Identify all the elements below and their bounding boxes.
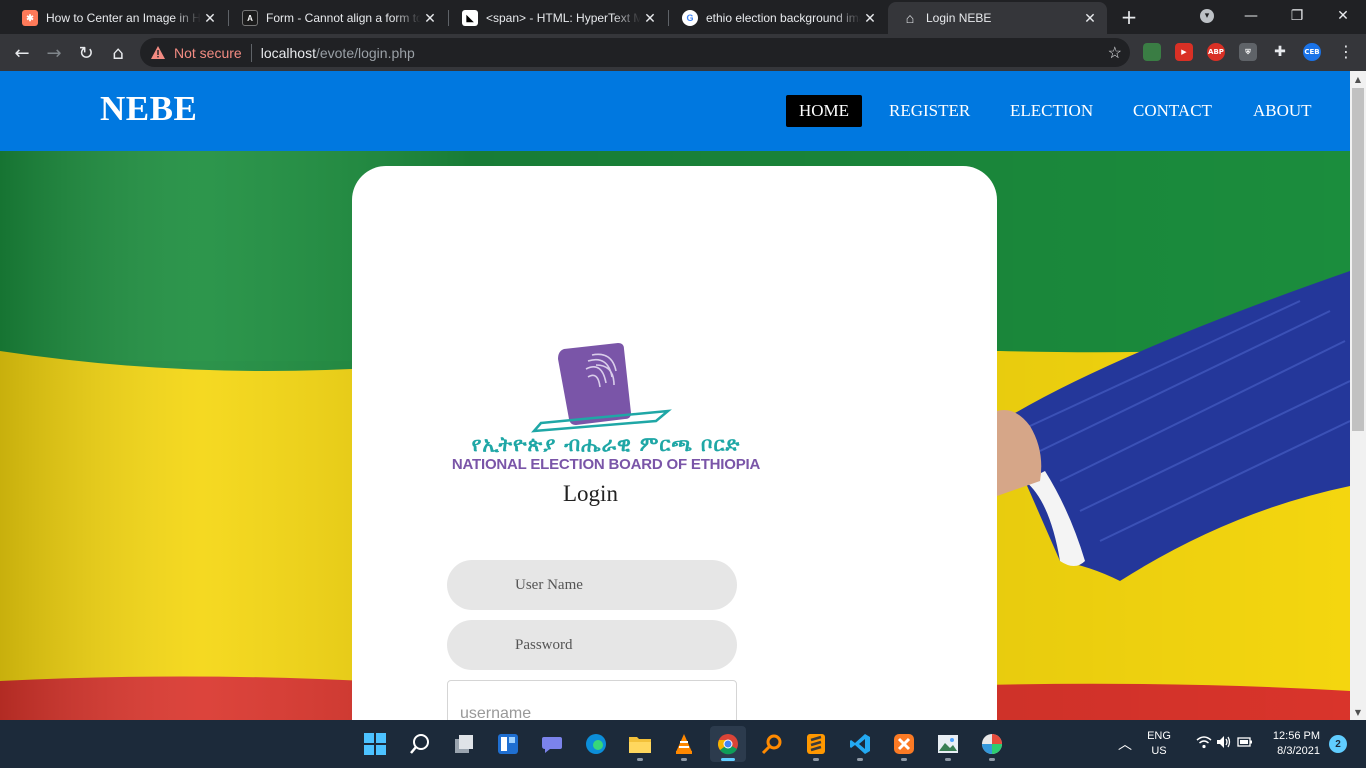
username-input[interactable]: username bbox=[447, 680, 737, 720]
tab-login-nebe[interactable]: ⌂ Login NEBE ✕ bbox=[888, 2, 1107, 34]
home-icon: ⌂ bbox=[905, 10, 915, 26]
new-tab-button[interactable]: + bbox=[1117, 5, 1141, 29]
region-code: US bbox=[1151, 745, 1167, 757]
restore-button[interactable]: ❐ bbox=[1274, 0, 1320, 32]
browser-toolbar: ← → ↻ ⌂ Not secure localhost/evote/login… bbox=[0, 34, 1366, 71]
a-letter-icon: A bbox=[242, 10, 258, 26]
magnifier-app-icon[interactable] bbox=[754, 726, 790, 762]
web-page: NEBE HOME REGISTER ELECTION CONTACT ABOU… bbox=[0, 71, 1350, 720]
reload-button[interactable]: ↻ bbox=[72, 39, 100, 67]
teams-chat-icon[interactable] bbox=[534, 726, 570, 762]
tab-google-search[interactable]: G ethio election background images ✕ bbox=[668, 2, 887, 34]
site-navbar: NEBE HOME REGISTER ELECTION CONTACT ABOU… bbox=[0, 71, 1350, 151]
close-tab-icon[interactable]: ✕ bbox=[641, 9, 659, 27]
task-view-icon[interactable] bbox=[446, 726, 482, 762]
input-language-indicator[interactable]: ENG US bbox=[1147, 729, 1171, 759]
tab-title: ethio election background images bbox=[706, 11, 861, 25]
username-field-label[interactable]: User Name bbox=[447, 560, 737, 610]
browser-tab-bar: ✱ How to Center an Image in HTML ✕ A For… bbox=[0, 0, 1366, 34]
nav-contact[interactable]: CONTACT bbox=[1120, 95, 1225, 127]
profile-avatar-icon[interactable]: CEB bbox=[1303, 43, 1321, 61]
logo-amharic-text: የኢትዮጵያ ብሔራዊ ምርጫ ቦርድ bbox=[471, 432, 741, 456]
adblock-icon[interactable]: ABP bbox=[1207, 43, 1225, 61]
extension-globe-icon[interactable] bbox=[1143, 43, 1161, 61]
notification-badge[interactable]: 2 bbox=[1329, 735, 1347, 753]
file-explorer-icon[interactable] bbox=[622, 726, 658, 762]
login-heading: Login bbox=[563, 481, 618, 506]
url-host: localhost bbox=[260, 44, 316, 61]
tab-how-to-center[interactable]: ✱ How to Center an Image in HTML ✕ bbox=[8, 2, 227, 34]
page-scrollbar[interactable]: ▲ ▼ bbox=[1350, 71, 1366, 720]
nav-election[interactable]: ELECTION bbox=[997, 95, 1106, 127]
site-brand[interactable]: NEBE bbox=[100, 89, 197, 129]
omnibox-divider bbox=[250, 43, 252, 62]
tab-search-icon[interactable]: ▾ bbox=[1184, 0, 1230, 32]
windows-start-icon[interactable] bbox=[357, 726, 393, 762]
forward-button[interactable]: → bbox=[40, 39, 68, 67]
tab-title: How to Center an Image in HTML bbox=[46, 11, 201, 25]
not-secure-label[interactable]: Not secure bbox=[174, 45, 242, 61]
xampp-icon[interactable] bbox=[886, 726, 922, 762]
chevron-up-icon[interactable]: ︿ bbox=[1118, 734, 1132, 754]
browser-menu-icon[interactable]: ⋮ bbox=[1338, 42, 1354, 62]
color-picker-icon[interactable] bbox=[974, 726, 1010, 762]
wifi-icon[interactable] bbox=[1196, 735, 1212, 752]
home-button[interactable]: ⌂ bbox=[104, 39, 132, 67]
sublime-text-icon[interactable] bbox=[798, 726, 834, 762]
close-tab-icon[interactable]: ✕ bbox=[201, 9, 219, 27]
close-tab-icon[interactable]: ✕ bbox=[861, 9, 879, 27]
clock-date: 8/3/2021 bbox=[1277, 745, 1320, 757]
nav-about[interactable]: ABOUT bbox=[1240, 95, 1325, 127]
address-bar[interactable]: Not secure localhost/evote/login.php ☆ bbox=[140, 38, 1130, 67]
edge-icon[interactable] bbox=[578, 726, 614, 762]
puzzle-extensions-icon[interactable]: ✚ bbox=[1271, 43, 1289, 61]
password-field-label[interactable]: Password bbox=[447, 620, 737, 670]
vscode-icon[interactable] bbox=[842, 726, 878, 762]
clock-time: 12:56 PM bbox=[1272, 730, 1320, 742]
scroll-down-arrow-icon[interactable]: ▼ bbox=[1350, 704, 1366, 720]
orange-hub-icon: ✱ bbox=[22, 10, 38, 26]
logo-english-text: NATIONAL ELECTION BOARD OF ETHIOPIA bbox=[451, 456, 761, 473]
tab-title: Login NEBE bbox=[926, 11, 992, 25]
google-g-icon: G bbox=[682, 10, 698, 26]
volume-icon[interactable] bbox=[1216, 735, 1232, 752]
search-icon[interactable] bbox=[402, 726, 438, 762]
bookmark-star-icon[interactable]: ☆ bbox=[1108, 43, 1122, 63]
close-window-button[interactable]: ✕ bbox=[1320, 0, 1366, 32]
warning-triangle-icon bbox=[150, 45, 166, 61]
tab-mdn-span[interactable]: ◣ <span> - HTML: HyperText Markup Langua… bbox=[448, 2, 667, 34]
nav-home[interactable]: HOME bbox=[786, 95, 863, 127]
extension-red-icon[interactable]: ▶ bbox=[1175, 43, 1193, 61]
close-tab-icon[interactable]: ✕ bbox=[421, 9, 439, 27]
shield-extension-icon[interactable]: ⛨ bbox=[1239, 43, 1257, 61]
scrollbar-thumb[interactable] bbox=[1352, 88, 1364, 431]
tab-title: Form - Cannot align a form to center bbox=[266, 11, 421, 25]
language-code: ENG bbox=[1147, 730, 1171, 742]
close-tab-icon[interactable]: ✕ bbox=[1081, 9, 1099, 27]
battery-icon[interactable] bbox=[1237, 735, 1253, 752]
taskbar-clock[interactable]: 12:56 PM 8/3/2021 bbox=[1260, 729, 1320, 759]
widgets-icon[interactable] bbox=[490, 726, 526, 762]
url-path: /evote/login.php bbox=[315, 44, 415, 61]
minimize-button[interactable]: — bbox=[1228, 0, 1274, 32]
tab-title: <span> - HTML: HyperText Markup Language bbox=[486, 11, 641, 25]
login-card: የኢትዮጵያ ብሔራዊ ምርጫ ቦርድ NATIONAL ELECTION BO… bbox=[352, 166, 997, 720]
mdn-dino-icon: ◣ bbox=[462, 10, 478, 26]
nav-register[interactable]: REGISTER bbox=[876, 95, 983, 127]
vlc-icon[interactable] bbox=[666, 726, 702, 762]
windows-taskbar: ︿ ENG US 12:56 PM 8/3/2021 2 bbox=[0, 720, 1366, 768]
chrome-icon[interactable] bbox=[710, 726, 746, 762]
photos-icon[interactable] bbox=[930, 726, 966, 762]
back-button[interactable]: ← bbox=[8, 39, 36, 67]
tab-form-align[interactable]: A Form - Cannot align a form to center ✕ bbox=[228, 2, 447, 34]
scroll-up-arrow-icon[interactable]: ▲ bbox=[1350, 71, 1366, 87]
